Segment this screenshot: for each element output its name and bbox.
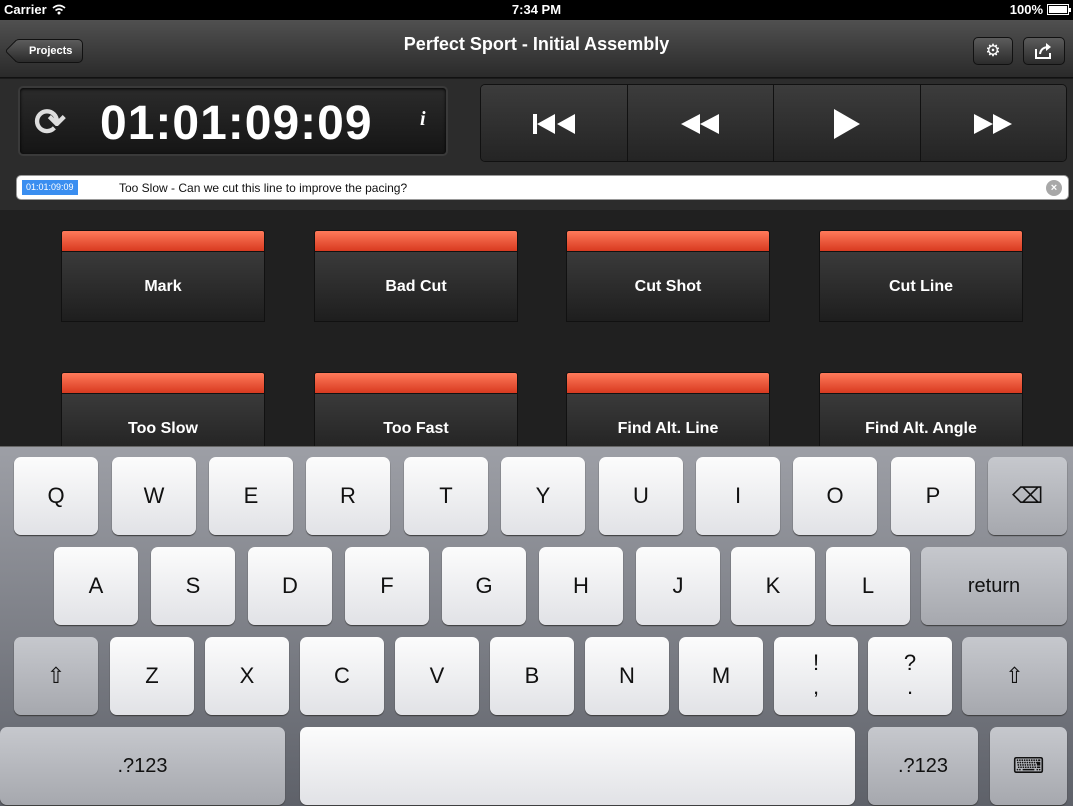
key-top-char: ! [812, 650, 820, 675]
key-j[interactable]: J [636, 547, 720, 625]
note-timestamp-badge: 01:01:09:09 [22, 180, 78, 195]
key-t[interactable]: T [404, 457, 488, 535]
key-b[interactable]: B [490, 637, 574, 715]
rewind-button[interactable] [627, 85, 774, 161]
clear-note-icon[interactable]: × [1046, 180, 1062, 196]
numbers-key-left[interactable]: .?123 [0, 727, 285, 805]
key-i[interactable]: I [696, 457, 780, 535]
navigation-bar: Perfect Sport - Initial Assembly Project… [0, 20, 1073, 78]
key-h[interactable]: H [539, 547, 623, 625]
shift-icon: ⇧ [46, 663, 66, 688]
quick-note-cut-shot-button[interactable]: Cut Shot [566, 230, 770, 322]
key-l[interactable]: L [826, 547, 910, 625]
key-y[interactable]: Y [501, 457, 585, 535]
fast-forward-icon [974, 114, 1013, 135]
rewind-icon [681, 114, 720, 135]
quick-note-label: Find Alt. Angle [819, 394, 1023, 446]
key-exclamation-comma[interactable]: ! , [774, 637, 858, 715]
key-a[interactable]: A [54, 547, 138, 625]
projects-back-button[interactable]: Projects [14, 39, 84, 63]
key-q[interactable]: Q [14, 457, 98, 535]
quick-note-too-fast-button[interactable]: Too Fast [314, 372, 518, 446]
transport-controls [480, 84, 1067, 162]
play-icon [833, 109, 860, 140]
shift-icon: ⇧ [1005, 663, 1024, 688]
key-top-char: ? [903, 650, 917, 675]
hide-keyboard-button[interactable]: ⌨ [990, 727, 1067, 805]
quick-note-stripe [819, 372, 1023, 394]
settings-button[interactable]: ⚙ [973, 37, 1013, 65]
gear-icon: ⚙ [985, 41, 1001, 60]
quick-note-stripe [314, 230, 518, 252]
key-c[interactable]: C [300, 637, 384, 715]
key-s[interactable]: S [151, 547, 235, 625]
share-icon [1035, 43, 1051, 59]
key-v[interactable]: V [395, 637, 479, 715]
quick-note-label: Too Fast [314, 394, 518, 446]
backspace-key[interactable]: ⌫ [988, 457, 1067, 535]
quick-note-label: Cut Line [819, 252, 1023, 322]
key-question-period[interactable]: ? . [868, 637, 952, 715]
key-d[interactable]: D [248, 547, 332, 625]
key-x[interactable]: X [205, 637, 289, 715]
quick-note-find-alt-angle-button[interactable]: Find Alt. Angle [819, 372, 1023, 446]
quick-note-cut-line-button[interactable]: Cut Line [819, 230, 1023, 322]
sync-icon[interactable]: ⟳ [34, 100, 66, 145]
play-button[interactable] [774, 85, 921, 161]
key-k[interactable]: K [731, 547, 815, 625]
quick-note-stripe [61, 230, 265, 252]
backspace-icon: ⌫ [1011, 483, 1044, 508]
skip-back-icon [532, 114, 575, 135]
key-e[interactable]: E [209, 457, 293, 535]
quick-note-stripe [566, 372, 770, 394]
timecode-value: 01:01:09:09 [100, 97, 373, 150]
shift-key-left[interactable]: ⇧ [14, 637, 98, 715]
quick-note-find-alt-line-button[interactable]: Find Alt. Line [566, 372, 770, 446]
key-bottom-char: , [812, 674, 820, 699]
quick-note-too-slow-button[interactable]: Too Slow [61, 372, 265, 446]
key-n[interactable]: N [585, 637, 669, 715]
keyboard-icon: ⌨ [1012, 753, 1045, 778]
quick-note-label: Mark [61, 252, 265, 322]
key-g[interactable]: G [442, 547, 526, 625]
transport-area: ⟳ 01:01:09:09 i 01:01:09:09 Too Slow - C… [0, 79, 1073, 210]
key-u[interactable]: U [599, 457, 683, 535]
quick-note-mark-button[interactable]: Mark [61, 230, 265, 322]
quick-note-label: Cut Shot [566, 252, 770, 322]
timecode-display: ⟳ 01:01:09:09 i [18, 86, 448, 156]
info-icon[interactable]: i [420, 108, 426, 131]
go-to-start-button[interactable] [481, 85, 628, 161]
fast-forward-button[interactable] [920, 85, 1066, 161]
key-w[interactable]: W [112, 457, 196, 535]
space-bar[interactable] [300, 727, 855, 805]
numbers-key-right[interactable]: .?123 [868, 727, 978, 805]
quick-note-stripe [819, 230, 1023, 252]
share-button[interactable] [1023, 37, 1065, 65]
key-m[interactable]: M [679, 637, 763, 715]
quick-note-stripe [566, 230, 770, 252]
key-p[interactable]: P [891, 457, 975, 535]
key-f[interactable]: F [345, 547, 429, 625]
quick-note-stripe [314, 372, 518, 394]
quick-note-label: Too Slow [61, 394, 265, 446]
quick-note-label: Find Alt. Line [566, 394, 770, 446]
quick-note-stripe [61, 372, 265, 394]
quick-notes-grid: Mark Bad Cut Cut Shot Cut Line Too Slow … [0, 210, 1073, 446]
quick-note-bad-cut-button[interactable]: Bad Cut [314, 230, 518, 322]
quick-note-label: Bad Cut [314, 252, 518, 322]
key-o[interactable]: O [793, 457, 877, 535]
note-input-field[interactable]: 01:01:09:09 Too Slow - Can we cut this l… [16, 175, 1069, 200]
shift-key-right[interactable]: ⇧ [962, 637, 1067, 715]
page-title: Perfect Sport - Initial Assembly [403, 34, 670, 54]
key-z[interactable]: Z [110, 637, 194, 715]
on-screen-keyboard: Q W E R T Y U I O P ⌫ A S D F G H J K L … [0, 446, 1073, 806]
note-text[interactable]: Too Slow - Can we cut this line to impro… [119, 180, 407, 196]
key-r[interactable]: R [306, 457, 390, 535]
return-key[interactable]: return [921, 547, 1067, 625]
key-bottom-char: . [906, 674, 914, 699]
